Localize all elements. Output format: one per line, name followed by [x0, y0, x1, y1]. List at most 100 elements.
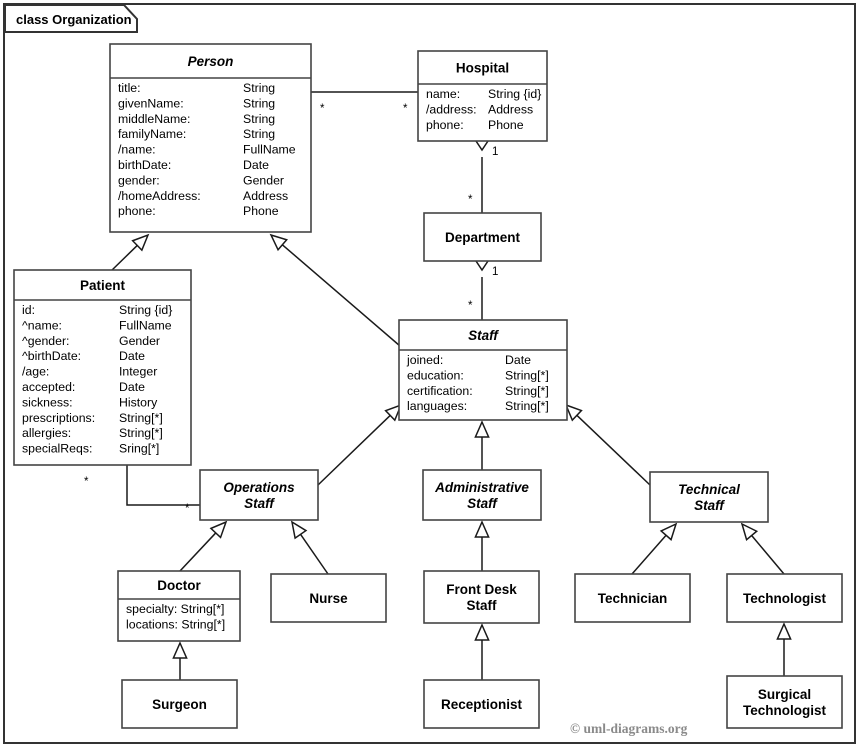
association-person-hospital: * *	[311, 91, 418, 115]
attribute-type: FullName	[243, 143, 296, 157]
class-box-department[interactable]: Department	[423, 212, 542, 262]
generalization-arrowhead	[172, 641, 188, 659]
class-name: Patient	[80, 278, 126, 293]
association-patient-operations-staff: **	[84, 465, 200, 515]
class-name: Person	[188, 54, 234, 69]
class-name: Receptionist	[441, 697, 523, 712]
attribute-type: Date	[243, 158, 269, 172]
class-box-hospital[interactable]: Hospital name: String {id} /address: Address…	[417, 50, 548, 142]
attribute-name: /address:	[426, 102, 477, 116]
class-name: Staff	[467, 496, 498, 511]
generalization-arrowhead	[474, 520, 490, 538]
class-name: Technical	[678, 482, 740, 497]
generalization-receptionist-to-front-desk-staff	[474, 623, 490, 680]
multiplicity-label: *	[84, 476, 89, 488]
generalization-line	[109, 244, 138, 273]
attribute-name: /age:	[22, 365, 49, 379]
attribute-name: specialty: String[*]	[126, 602, 224, 616]
attribute-type: String	[243, 112, 275, 126]
attribute-type: String[*]	[505, 368, 549, 382]
attribute-type: Phone	[243, 204, 279, 218]
generalization-line	[631, 534, 667, 575]
class-name: Technician	[598, 591, 668, 606]
generalization-line	[751, 535, 785, 575]
attribute-type: History	[119, 395, 158, 409]
class-box-person[interactable]: Person title: String givenName: String middle…	[109, 43, 312, 233]
frame-title-label: class Organization	[16, 12, 132, 27]
class-box-patient[interactable]: Patient id: String {id} ^name: FullName ^gend…	[13, 269, 192, 466]
attribute-type: String {id}	[488, 87, 541, 101]
attribute-type: String {id}	[119, 303, 172, 317]
multiplicity-label: *	[320, 103, 325, 115]
attribute-name: middleName:	[118, 112, 190, 126]
class-name: Surgeon	[152, 697, 207, 712]
attribute-name: givenName:	[118, 96, 184, 110]
attribute-type: String[*]	[505, 384, 549, 398]
attribute-name: familyName:	[118, 127, 186, 141]
class-box-technical-staff[interactable]: TechnicalStaff	[649, 471, 769, 523]
class-name: Technologist	[743, 591, 827, 606]
class-outline[interactable]	[199, 469, 319, 521]
generalization-technologist-to-technical-staff	[740, 522, 785, 575]
class-box-technician[interactable]: Technician	[574, 573, 691, 623]
attribute-name: specialReqs:	[22, 442, 92, 456]
multiplicity-label: *	[185, 503, 190, 515]
attribute-name: id:	[22, 303, 35, 317]
attribute-type: String	[243, 96, 275, 110]
attribute-type: Address	[243, 189, 288, 203]
class-name: Technologist	[743, 703, 827, 718]
attribute-name: accepted:	[22, 380, 75, 394]
class-name: Hospital	[456, 61, 509, 76]
class-box-administrative-staff[interactable]: AdministrativeStaff	[422, 469, 542, 521]
generalization-line	[281, 244, 401, 347]
attribute-type: Sring[*]	[119, 442, 159, 456]
class-outline[interactable]	[726, 675, 843, 729]
class-outline[interactable]	[423, 570, 540, 624]
class-outline[interactable]	[422, 469, 542, 521]
class-box-operations-staff[interactable]: OperationsStaff	[199, 469, 319, 521]
attribute-name: name:	[426, 87, 460, 101]
uml-class-diagram: class Organization * * * * 1 * 1 * Person title:…	[0, 0, 860, 747]
attribute-name: ^birthDate:	[22, 349, 81, 363]
class-outline[interactable]	[649, 471, 769, 523]
generalization-arrowhead	[290, 520, 308, 540]
attribute-name: sickness:	[22, 395, 73, 409]
attribute-name: allergies:	[22, 426, 71, 440]
diagram-canvas: class Organization * ***1*1* Persontitle:…	[3, 3, 856, 744]
attribute-type: Date	[119, 380, 145, 394]
attribute-name: phone:	[118, 204, 156, 218]
attribute-name: /homeAddress:	[118, 189, 201, 203]
generalization-operations-staff-to-staff	[317, 403, 403, 486]
aggregation-department-staff: 1*	[468, 250, 498, 320]
class-box-technologist[interactable]: Technologist	[726, 573, 843, 623]
attribute-type: FullName	[119, 318, 172, 332]
class-name: Department	[445, 230, 521, 245]
class-box-surgeon[interactable]: Surgeon	[121, 679, 238, 729]
class-box-doctor[interactable]: Doctor specialty: String[*]locations: Str…	[117, 570, 241, 642]
class-name: Front Desk	[446, 582, 517, 597]
class-name: Staff	[244, 496, 275, 511]
class-box-nurse[interactable]: Nurse	[270, 573, 387, 623]
class-name: Surgical	[758, 687, 811, 702]
generalization-line	[317, 414, 391, 486]
attribute-name: ^name:	[22, 318, 62, 332]
generalization-arrowhead	[269, 233, 288, 252]
generalization-line	[299, 533, 329, 575]
class-box-staff[interactable]: Staff joined: Date education: String[*] certi…	[398, 319, 568, 421]
multiplicity-label-whole: 1	[492, 146, 498, 158]
multiplicity-label-whole: 1	[492, 266, 498, 278]
class-box-receptionist[interactable]: Receptionist	[423, 679, 540, 729]
class-box-surgical-technologist[interactable]: SurgicalTechnologist	[726, 675, 843, 729]
multiplicity-label: *	[403, 103, 408, 115]
attribute-type: Gender	[243, 173, 284, 187]
generalization-front-desk-staff-to-administrative-staff	[474, 520, 490, 571]
class-box-front-desk-staff[interactable]: Front DeskStaff	[423, 570, 540, 624]
generalization-nurse-to-operations-staff	[290, 520, 329, 575]
attribute-type: String[*]	[505, 399, 549, 413]
attribute-type: Phone	[488, 118, 524, 132]
generalization-line	[576, 414, 651, 486]
attribute-name: locations: String[*]	[126, 617, 225, 631]
association-line	[126, 465, 200, 506]
attribute-name: phone:	[426, 118, 464, 132]
generalization-doctor-to-operations-staff	[179, 520, 228, 572]
